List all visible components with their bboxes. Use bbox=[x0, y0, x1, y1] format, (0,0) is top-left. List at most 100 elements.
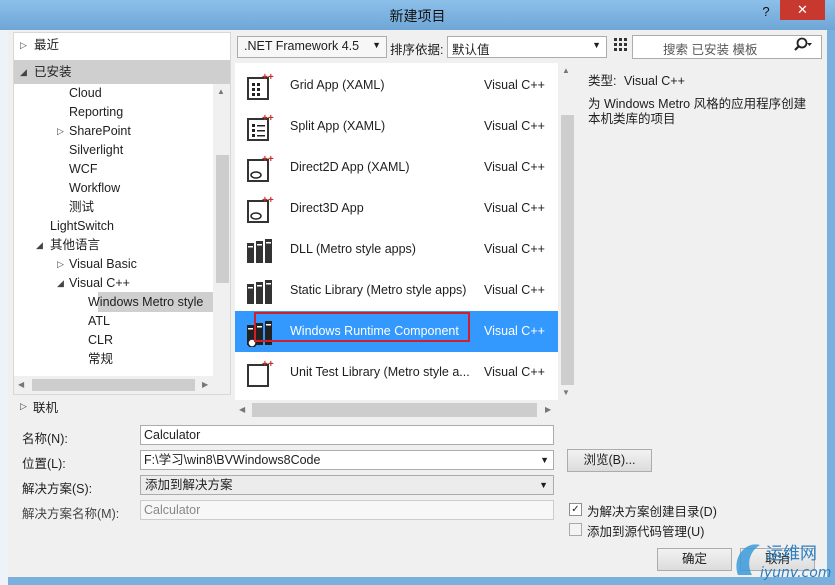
svg-text:++: ++ bbox=[262, 359, 274, 370]
site-watermark-logo: 运维网 iyunv.com bbox=[730, 535, 835, 581]
list-scroll-thumb[interactable] bbox=[561, 115, 574, 385]
grid-view-icon[interactable] bbox=[614, 38, 628, 55]
template-list[interactable]: ++ Grid App (XAML) Visual C++ ++ Split A… bbox=[235, 63, 558, 400]
expand-icon[interactable]: ▷ bbox=[20, 401, 27, 412]
name-label: 名称(N): bbox=[22, 432, 68, 446]
direct3d-app-icon: ++ bbox=[245, 194, 275, 224]
tree-hscroll-thumb[interactable] bbox=[32, 379, 195, 391]
tree-item-label: 最近 bbox=[34, 38, 60, 52]
chevron-down-icon: ▼ bbox=[372, 40, 381, 50]
list-item[interactable]: Static Library (Metro style apps) Visual… bbox=[235, 270, 558, 311]
tree-item-online[interactable]: 联机 bbox=[33, 397, 58, 416]
tree-item-clr[interactable]: CLR bbox=[88, 331, 113, 349]
chevron-down-icon[interactable]: ▼ bbox=[540, 451, 549, 469]
type-value: Visual C++ bbox=[623, 74, 685, 88]
scroll-up-icon[interactable]: ▲ bbox=[562, 66, 570, 75]
tree-item-visual-cpp[interactable]: Visual C++ bbox=[69, 274, 130, 292]
type-label: 类型: bbox=[588, 74, 617, 88]
tree-item-wcf[interactable]: WCF bbox=[69, 160, 97, 178]
search-icon[interactable] bbox=[793, 37, 813, 56]
template-name: Grid App (XAML) bbox=[290, 78, 385, 92]
tree-item-test[interactable]: 测试 bbox=[69, 198, 94, 216]
collapse-icon[interactable]: ◢ bbox=[20, 63, 27, 81]
tree-item-lightswitch[interactable]: LightSwitch bbox=[50, 217, 114, 235]
search-input[interactable]: 搜索 已安装 模板 bbox=[632, 35, 822, 59]
collapse-icon[interactable]: ◢ bbox=[36, 240, 43, 251]
template-tree[interactable]: ▷ 最近 ◢ 已安装 Cloud Reporting ▷ SharePoint … bbox=[13, 32, 231, 395]
ok-button[interactable]: 确定 bbox=[657, 548, 732, 571]
list-item[interactable]: ++ Direct2D App (XAML) Visual C++ bbox=[235, 147, 558, 188]
tree-item-general[interactable]: 常规 bbox=[88, 350, 113, 368]
framework-select[interactable]: .NET Framework 4.5 ▼ bbox=[237, 36, 387, 58]
solution-select[interactable]: 添加到解决方案 ▼ bbox=[140, 475, 554, 495]
collapse-icon[interactable]: ◢ bbox=[57, 278, 64, 289]
xaml-split-app-icon: ++ bbox=[245, 112, 275, 142]
location-value: F:\学习\win8\BVWindows8Code bbox=[144, 453, 321, 467]
search-placeholder: 搜索 已安装 模板 bbox=[663, 43, 758, 57]
source-control-label: 添加到源代码管理(U) bbox=[587, 525, 705, 539]
template-description-panel: 类型: Visual C++ 为 Windows Metro 风格的应用程序创建… bbox=[588, 70, 818, 127]
name-field[interactable]: Calculator bbox=[140, 425, 554, 445]
template-name: Static Library (Metro style apps) bbox=[290, 283, 467, 297]
template-name: Direct2D App (XAML) bbox=[290, 160, 410, 174]
direct2d-app-icon: ++ bbox=[245, 153, 275, 183]
scroll-left-icon[interactable]: ◀ bbox=[239, 405, 245, 414]
template-name: Split App (XAML) bbox=[290, 119, 386, 133]
type-line: 类型: Visual C++ bbox=[588, 70, 818, 89]
close-button[interactable]: ✕ bbox=[780, 0, 825, 20]
location-label: 位置(L): bbox=[22, 457, 66, 471]
background-editor-strip bbox=[0, 30, 8, 585]
solution-name-field[interactable]: Calculator bbox=[140, 500, 554, 520]
svg-text:++: ++ bbox=[262, 72, 274, 83]
tree-item-sharepoint[interactable]: SharePoint bbox=[69, 122, 131, 140]
list-item[interactable]: ++ Grid App (XAML) Visual C++ bbox=[235, 65, 558, 106]
tree-item-workflow[interactable]: Workflow bbox=[69, 179, 120, 197]
list-item[interactable]: ++ Direct3D App Visual C++ bbox=[235, 188, 558, 229]
svg-text:++: ++ bbox=[262, 195, 274, 206]
create-directory-checkbox[interactable]: ✓ bbox=[569, 503, 582, 516]
tree-item-atl[interactable]: ATL bbox=[88, 312, 110, 330]
tree-scroll-thumb[interactable] bbox=[216, 155, 229, 283]
template-name: Direct3D App bbox=[290, 201, 364, 215]
solution-value: 添加到解决方案 bbox=[145, 478, 233, 492]
source-control-checkbox[interactable] bbox=[569, 523, 582, 536]
tree-item-windows-metro-style[interactable]: Windows Metro style bbox=[88, 293, 203, 311]
scroll-right-icon[interactable]: ▶ bbox=[202, 380, 208, 389]
list-item[interactable]: ++ Split App (XAML) Visual C++ bbox=[235, 106, 558, 147]
sort-value: 默认值 bbox=[452, 43, 490, 57]
help-button[interactable]: ? bbox=[752, 1, 780, 23]
static-library-icon bbox=[245, 276, 275, 306]
location-field[interactable]: F:\学习\win8\BVWindows8Code ▼ bbox=[140, 450, 554, 470]
sort-label: 排序依据: bbox=[390, 43, 444, 57]
template-language: Visual C++ bbox=[484, 78, 545, 92]
browse-button[interactable]: 浏览(B)... bbox=[567, 449, 652, 472]
expand-icon[interactable]: ▷ bbox=[57, 126, 64, 137]
chevron-down-icon: ▼ bbox=[539, 480, 548, 490]
scroll-left-icon[interactable]: ◀ bbox=[18, 380, 24, 389]
template-language: Visual C++ bbox=[484, 283, 545, 297]
template-language: Visual C++ bbox=[484, 365, 545, 379]
expand-icon[interactable]: ▷ bbox=[20, 36, 27, 54]
watermark-cn: 运维网 bbox=[766, 544, 817, 564]
list-hscroll-thumb[interactable] bbox=[252, 403, 537, 417]
highlight-annotation-box bbox=[254, 312, 470, 342]
tree-item-other-languages[interactable]: 其他语言 bbox=[50, 236, 100, 254]
sort-select[interactable]: 默认值 ▼ bbox=[447, 36, 607, 58]
create-directory-label: 为解决方案创建目录(D) bbox=[587, 505, 717, 519]
tree-item-reporting[interactable]: Reporting bbox=[69, 103, 123, 121]
tree-item-cloud[interactable]: Cloud bbox=[69, 84, 102, 102]
scroll-up-icon[interactable]: ▲ bbox=[217, 87, 225, 96]
svg-text:++: ++ bbox=[262, 154, 274, 165]
scroll-down-icon[interactable]: ▼ bbox=[562, 388, 570, 397]
tree-item-visual-basic[interactable]: Visual Basic bbox=[69, 255, 137, 273]
template-language: Visual C++ bbox=[484, 160, 545, 174]
tree-item-silverlight[interactable]: Silverlight bbox=[69, 141, 123, 159]
tree-item-label: 已安装 bbox=[34, 65, 72, 79]
scroll-right-icon[interactable]: ▶ bbox=[545, 405, 551, 414]
dll-library-icon bbox=[245, 235, 275, 265]
template-language: Visual C++ bbox=[484, 119, 545, 133]
template-language: Visual C++ bbox=[484, 324, 545, 338]
list-item[interactable]: ++ Unit Test Library (Metro style a... V… bbox=[235, 352, 558, 393]
expand-icon[interactable]: ▷ bbox=[57, 259, 64, 270]
list-item[interactable]: DLL (Metro style apps) Visual C++ bbox=[235, 229, 558, 270]
